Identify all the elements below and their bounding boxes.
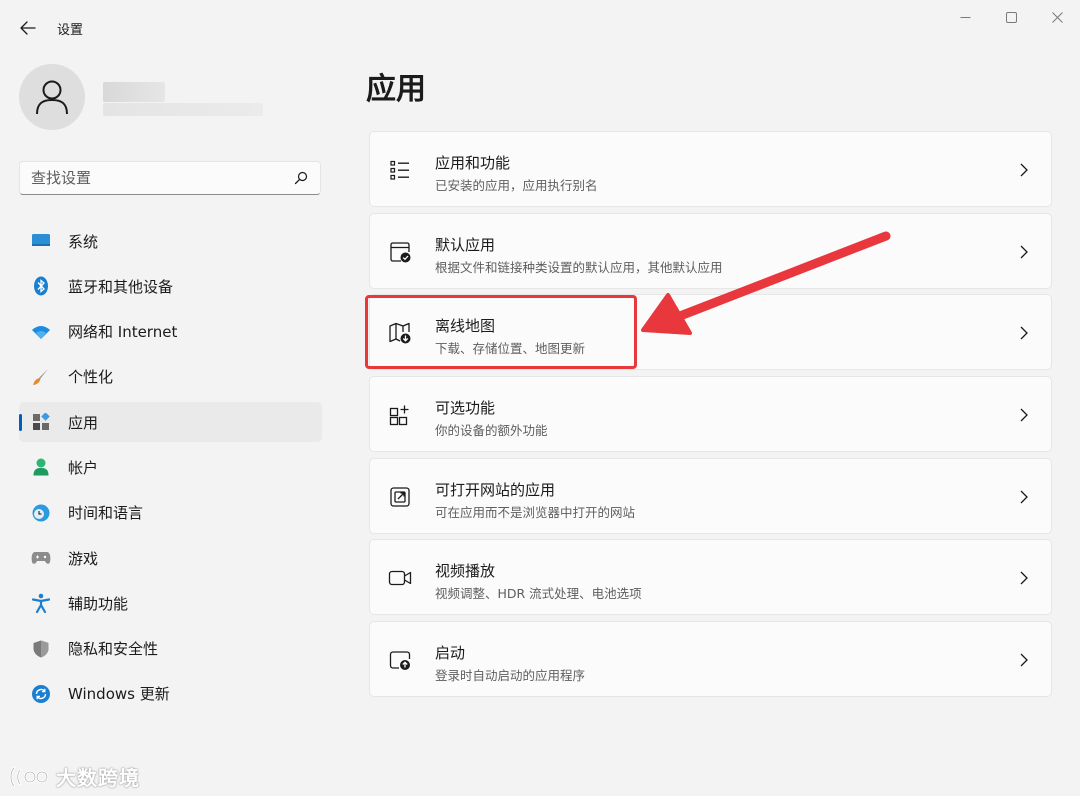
- card-title: 可打开网站的应用: [435, 480, 556, 499]
- watermark-text: 大数跨境: [56, 766, 140, 790]
- offline-map-icon: [389, 323, 411, 344]
- card-offline-maps[interactable]: 离线地图 下载、存储位置、地图更新: [369, 294, 1052, 371]
- sidebar-item-label: 隐私和安全性: [68, 640, 159, 659]
- shield-icon: [31, 639, 51, 659]
- sidebar-item-privacy[interactable]: 隐私和安全性: [19, 629, 322, 669]
- search-box: [19, 161, 321, 195]
- sidebar-item-personalization[interactable]: 个性化: [19, 357, 322, 397]
- card-title: 启动: [435, 644, 466, 663]
- card-title: 视频播放: [435, 562, 496, 581]
- accessibility-icon: [31, 593, 51, 614]
- apps-icon: [31, 412, 51, 432]
- sidebar-item-label: 系统: [68, 232, 99, 251]
- card-title: 可选功能: [435, 399, 496, 418]
- card-title: 应用和功能: [435, 154, 511, 172]
- maximize-button[interactable]: [988, 6, 1034, 28]
- watermark-logo-icon: [9, 766, 49, 787]
- sidebar-item-label: 帐户: [68, 458, 99, 477]
- title-bar: 设置: [0, 0, 1080, 52]
- card-subtitle: 登录时自动启动的应用程序: [435, 668, 586, 684]
- avatar[interactable]: [19, 64, 85, 130]
- sidebar-item-time-language[interactable]: 时间和语言: [19, 493, 322, 533]
- sidebar-item-windows-update[interactable]: Windows 更新: [19, 674, 322, 714]
- chevron-right-icon: [1020, 571, 1028, 585]
- chevron-right-icon: [1020, 245, 1028, 259]
- card-apps-features[interactable]: 应用和功能 已安装的应用，应用执行别名: [369, 131, 1052, 207]
- sidebar-item-label: 游戏: [68, 549, 99, 568]
- minimize-button[interactable]: [942, 6, 988, 28]
- sidebar-item-label: 网络和 Internet: [68, 323, 178, 342]
- user-email-redacted: [103, 103, 263, 116]
- app-title: 设置: [57, 23, 84, 38]
- card-apps-for-websites[interactable]: 可打开网站的应用 可在应用而不是浏览器中打开的网站: [369, 457, 1052, 534]
- sidebar-item-label: 蓝牙和其他设备: [68, 277, 174, 296]
- sidebar-item-bluetooth[interactable]: 蓝牙和其他设备: [19, 266, 322, 306]
- card-subtitle: 根据文件和链接种类设置的默认应用，其他默认应用: [435, 259, 723, 275]
- sidebar-item-label: 个性化: [68, 368, 114, 387]
- sidebar-item-label: 辅助功能: [68, 594, 129, 613]
- chevron-right-icon: [1020, 163, 1028, 177]
- user-icon: [36, 80, 68, 115]
- settings-card-list: 应用和功能 已安装的应用，应用执行别名 默认应用 根据文件和链接种类设置的默认应…: [369, 131, 1052, 703]
- time-language-icon: [31, 503, 51, 523]
- chevron-right-icon: [1020, 326, 1028, 340]
- gamepad-icon: [31, 548, 51, 568]
- wifi-icon: [31, 322, 51, 342]
- close-button[interactable]: [1034, 6, 1080, 28]
- sidebar-item-label: 时间和语言: [68, 504, 144, 523]
- sidebar-item-label: 应用: [68, 413, 99, 432]
- maximize-icon: [1005, 11, 1017, 23]
- chevron-right-icon: [1020, 490, 1028, 504]
- paint-brush-icon: [31, 367, 51, 387]
- card-title: 离线地图: [435, 317, 496, 336]
- search-input[interactable]: [20, 162, 290, 194]
- video-camera-icon: [388, 571, 412, 586]
- windows-update-icon: [31, 684, 51, 704]
- sidebar-item-gaming[interactable]: 游戏: [19, 538, 322, 578]
- open-website-icon: [390, 487, 410, 507]
- card-video-playback[interactable]: 视频播放 视频调整、HDR 流式处理、电池选项: [369, 539, 1052, 616]
- system-display-icon: [31, 231, 51, 251]
- card-startup[interactable]: 启动 登录时自动启动的应用程序: [369, 621, 1052, 698]
- card-subtitle: 可在应用而不是浏览器中打开的网站: [435, 504, 636, 520]
- sidebar-item-system[interactable]: 系统: [19, 221, 322, 261]
- watermark: 大数跨境: [8, 762, 140, 791]
- back-button[interactable]: [14, 14, 42, 42]
- default-apps-icon: [390, 242, 411, 263]
- card-title: 默认应用: [435, 235, 496, 254]
- bluetooth-icon: [31, 276, 51, 296]
- account-icon: [31, 457, 51, 477]
- sidebar-nav: 系统 蓝牙和其他设备 网络和 Internet 个性化 应用 帐户 时间和语言 …: [19, 221, 322, 719]
- chevron-right-icon: [1020, 408, 1028, 422]
- sidebar-item-accessibility[interactable]: 辅助功能: [19, 583, 322, 623]
- card-subtitle: 你的设备的额外功能: [435, 423, 548, 439]
- card-subtitle: 已安装的应用，应用执行别名: [435, 178, 598, 193]
- chevron-right-icon: [1020, 653, 1028, 667]
- sidebar-item-label: Windows 更新: [68, 685, 170, 704]
- sidebar-item-accounts[interactable]: 帐户: [19, 447, 322, 487]
- startup-icon: [389, 651, 411, 671]
- search-icon[interactable]: [294, 171, 308, 185]
- minimize-icon: [960, 16, 970, 18]
- card-subtitle: 下载、存储位置、地图更新: [435, 341, 586, 357]
- card-subtitle: 视频调整、HDR 流式处理、电池选项: [435, 586, 642, 602]
- page-title: 应用: [366, 72, 426, 107]
- sidebar-item-network[interactable]: 网络和 Internet: [19, 312, 322, 352]
- optional-features-icon: [389, 405, 409, 426]
- back-arrow-icon: [20, 21, 36, 35]
- list-icon: [390, 160, 409, 180]
- card-optional-features[interactable]: 可选功能 你的设备的额外功能: [369, 376, 1052, 453]
- close-icon: [1051, 11, 1063, 23]
- card-default-apps[interactable]: 默认应用 根据文件和链接种类设置的默认应用，其他默认应用: [369, 212, 1052, 289]
- sidebar-item-apps[interactable]: 应用: [19, 402, 322, 443]
- user-name-redacted: [103, 82, 165, 102]
